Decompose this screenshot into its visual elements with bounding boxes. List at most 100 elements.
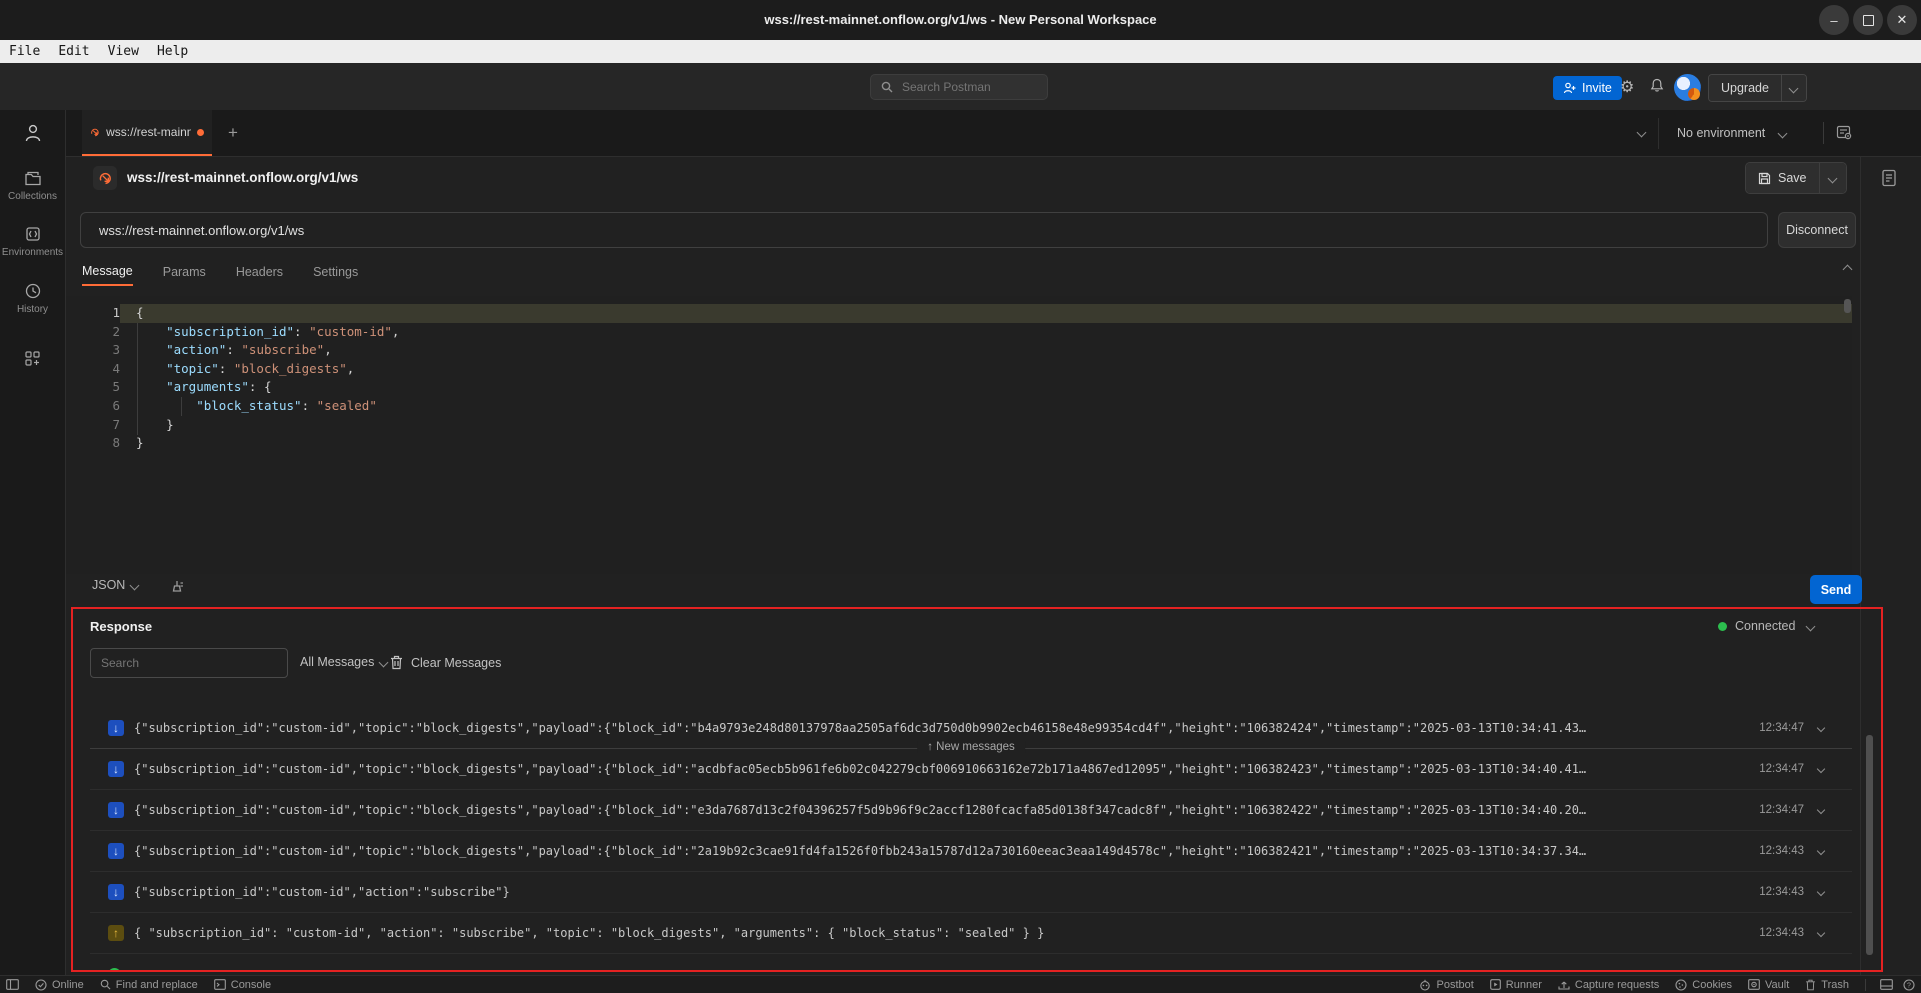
capture-requests-button[interactable]: Capture requests — [1558, 979, 1659, 991]
beautify-icon[interactable] — [168, 579, 184, 595]
message-row[interactable]: ↓{"subscription_id":"custom-id","topic":… — [90, 831, 1852, 872]
expand-message-chevron[interactable] — [1817, 929, 1825, 937]
received-arrow-icon: ↓ — [108, 761, 124, 777]
chevron-down-icon — [1828, 173, 1838, 183]
code-line[interactable]: 1{ — [66, 304, 1852, 323]
menu-file[interactable]: File — [0, 40, 49, 63]
trash-button[interactable]: Trash — [1805, 979, 1849, 991]
expand-message-chevron[interactable] — [1817, 806, 1825, 814]
configure-sidebar-icon[interactable] — [0, 350, 65, 367]
clear-messages-button[interactable]: Clear Messages — [390, 655, 501, 670]
save-dropdown[interactable] — [1819, 163, 1846, 193]
sidebar-toggle-icon[interactable] — [6, 979, 19, 990]
code-line[interactable]: 6 "block_status": "sealed" — [66, 397, 1852, 416]
svg-text:?: ? — [1907, 982, 1911, 989]
upgrade-label[interactable]: Upgrade — [1709, 75, 1781, 101]
postbot-button[interactable]: Postbot — [1419, 979, 1473, 991]
message-row[interactable]: ↓{"subscription_id":"custom-id","action"… — [90, 872, 1852, 913]
add-tab-button[interactable]: + — [222, 122, 244, 144]
disconnect-button[interactable]: Disconnect — [1778, 212, 1856, 248]
sidebar-item-collections[interactable]: Collections — [0, 170, 65, 202]
avatar[interactable] — [1674, 74, 1701, 101]
online-status[interactable]: Online — [35, 979, 84, 991]
tab-message[interactable]: Message — [82, 264, 133, 286]
sidebar-item-label: Environments — [0, 247, 65, 258]
save-button[interactable]: Save — [1745, 162, 1847, 194]
message-row[interactable] — [90, 954, 1852, 972]
editor-scrollbar[interactable] — [1844, 299, 1851, 313]
clear-messages-label: Clear Messages — [411, 656, 501, 670]
chevron-down-icon — [1778, 128, 1788, 138]
menu-help[interactable]: Help — [148, 40, 197, 63]
tab-overflow-chevron[interactable] — [1637, 128, 1647, 138]
message-timestamp: 12:34:47 — [1759, 722, 1804, 734]
minimize-button[interactable]: – — [1819, 5, 1849, 35]
line-number: 6 — [66, 397, 120, 416]
person-plus-icon — [1563, 82, 1576, 94]
bottom-panel-toggle-icon[interactable] — [1880, 979, 1893, 990]
menu-bar: File Edit View Help — [0, 40, 1921, 63]
response-search-input[interactable] — [90, 648, 288, 678]
help-icon[interactable]: ? — [1903, 979, 1915, 991]
tab-wss-request[interactable]: wss://rest-mainnet.onflc — [82, 110, 212, 156]
expand-message-chevron[interactable] — [1817, 847, 1825, 855]
websocket-icon — [90, 125, 100, 140]
upgrade-button[interactable]: Upgrade — [1708, 74, 1807, 102]
gear-icon[interactable]: ⚙ — [1620, 77, 1634, 97]
global-search-input[interactable] — [900, 79, 1024, 95]
tab-settings[interactable]: Settings — [313, 265, 358, 285]
expand-message-chevron[interactable] — [1817, 724, 1825, 732]
workspace-scratchpad-icon[interactable] — [0, 122, 65, 144]
environment-quicklook-icon[interactable] — [1836, 124, 1853, 141]
documentation-icon[interactable] — [1881, 169, 1897, 187]
line-number: 3 — [66, 341, 120, 360]
find-and-replace[interactable]: Find and replace — [100, 979, 198, 991]
sidebar-item-environments[interactable]: Environments — [0, 225, 65, 258]
response-scrollbar[interactable] — [1866, 735, 1873, 955]
code-line[interactable]: 3 "action": "subscribe", — [66, 341, 1852, 360]
send-button[interactable]: Send — [1810, 575, 1862, 604]
vault-button[interactable]: Vault — [1748, 979, 1789, 991]
divider — [1823, 122, 1824, 144]
message-row[interactable]: ↓{"subscription_id":"custom-id","topic":… — [90, 749, 1852, 790]
save-icon — [1758, 172, 1771, 185]
message-row[interactable]: ↓{"subscription_id":"custom-id","topic":… — [90, 790, 1852, 831]
bell-icon[interactable] — [1650, 78, 1664, 93]
message-editor[interactable]: 1{2 "subscription_id": "custom-id",3 "ac… — [66, 296, 1852, 574]
code-line[interactable]: 4 "topic": "block_digests", — [66, 360, 1852, 379]
postman-app: wss://rest-mainnet.onflow.org/v1/ws - Ne… — [0, 0, 1921, 993]
received-arrow-icon: ↓ — [108, 720, 124, 736]
message-row[interactable]: ↑{ "subscription_id": "custom-id", "acti… — [90, 913, 1852, 954]
line-number: 5 — [66, 378, 120, 397]
menu-edit[interactable]: Edit — [49, 40, 98, 63]
code-line[interactable]: 5 "arguments": { — [66, 378, 1852, 397]
tab-params[interactable]: Params — [163, 265, 206, 285]
upgrade-dropdown[interactable] — [1781, 75, 1806, 101]
expand-message-chevron[interactable] — [1817, 765, 1825, 773]
expand-message-chevron[interactable] — [1817, 888, 1825, 896]
received-arrow-icon: ↓ — [108, 843, 124, 859]
runner-button[interactable]: Runner — [1490, 979, 1542, 991]
cookies-button[interactable]: Cookies — [1675, 979, 1732, 991]
code-line[interactable]: 7 } — [66, 416, 1852, 435]
code-line[interactable]: 2 "subscription_id": "custom-id", — [66, 323, 1852, 342]
tab-headers[interactable]: Headers — [236, 265, 283, 285]
capture-icon — [1558, 979, 1570, 990]
collapse-section-chevron[interactable] — [1843, 265, 1853, 275]
message-type-dropdown[interactable]: JSON — [92, 578, 138, 592]
menu-view[interactable]: View — [99, 40, 148, 63]
code-line[interactable]: 8} — [66, 434, 1852, 453]
url-input[interactable] — [80, 212, 1768, 248]
environment-selector[interactable]: No environment — [1671, 110, 1792, 156]
console-button[interactable]: Console — [214, 979, 271, 991]
connection-status[interactable]: Connected — [1718, 619, 1814, 633]
sidebar-item-history[interactable]: History — [0, 282, 65, 315]
invite-button[interactable]: Invite — [1553, 76, 1622, 100]
message-text: {"subscription_id":"custom-id","topic":"… — [134, 721, 1759, 735]
message-timestamp: 12:34:47 — [1759, 763, 1804, 775]
message-filter-dropdown[interactable]: All Messages — [300, 655, 387, 669]
vault-icon — [1748, 979, 1760, 990]
maximize-button[interactable] — [1853, 5, 1883, 35]
close-button[interactable]: ✕ — [1887, 5, 1917, 35]
global-search[interactable] — [870, 74, 1048, 100]
